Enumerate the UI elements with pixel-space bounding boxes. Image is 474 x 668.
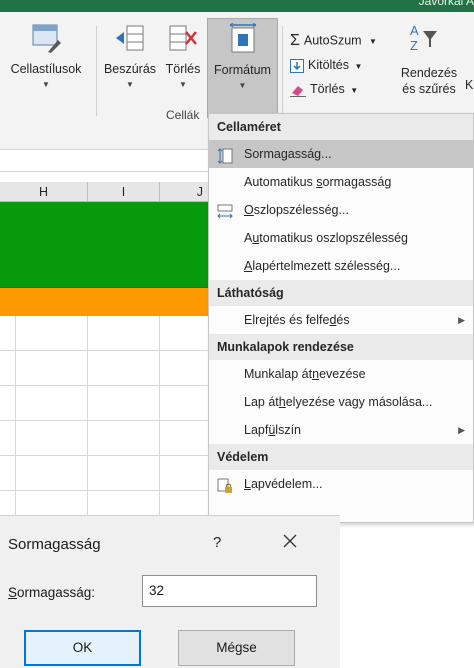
sort-filter-icon: A Z (410, 23, 437, 53)
menu-item-label: Sorma (244, 147, 281, 161)
menu-item-label: Elrejtés és felfe (244, 313, 330, 327)
fill-down-icon (290, 58, 304, 73)
delete-button[interactable]: Törlés ▼ (160, 22, 206, 89)
dialog-title: Sormagasság (8, 536, 101, 553)
eraser-icon (290, 85, 306, 97)
insert-cells-icon (116, 25, 144, 51)
menu-section-header: Cellaméret (209, 114, 473, 140)
menu-item-label: tomatikus oszlopszélesség (259, 231, 408, 245)
ok-button[interactable]: OK (24, 630, 141, 666)
cell-styles-icon (32, 24, 61, 53)
sort-filter-button[interactable]: A Z Rendezés és szűrés (392, 22, 466, 96)
chevron-down-icon: ▼ (369, 37, 377, 47)
menu-section-header: Védelem (209, 444, 473, 470)
chevron-down-icon: ▼ (350, 86, 359, 95)
column-header-j[interactable]: J (160, 182, 210, 202)
ribbon-separator (96, 26, 97, 116)
formula-bar[interactable] (0, 150, 210, 172)
format-label: Formátum (214, 63, 271, 77)
title-bar: Javorkai A (0, 0, 474, 12)
menu-item[interactable]: Munkalap átnevezése (209, 360, 473, 388)
menu-item-label: elyezése vagy másolása... (285, 395, 433, 409)
delete-cells-icon (169, 25, 197, 51)
menu-item-label: lapértelmezett szélesség... (252, 259, 401, 273)
cell-grid[interactable] (0, 316, 210, 526)
insert-label: Beszúrás (103, 62, 157, 76)
menu-item-label: h (278, 395, 286, 409)
cell-styles-button[interactable]: Cellastílusok ▼ (0, 22, 92, 89)
menu-item[interactable]: Alapértelmezett szélesség... (209, 252, 473, 280)
autosum-label: AutoSzum (303, 33, 362, 48)
column-width-icon (217, 202, 233, 219)
cell-styles-label: Cellastílusok (10, 62, 82, 76)
menu-item-label: g (280, 147, 288, 161)
chevron-down-icon: ▼ (354, 62, 363, 71)
column-header-i[interactable]: I (88, 182, 160, 202)
menu-item-label: apvédelem... (250, 477, 323, 491)
green-row[interactable] (0, 202, 210, 288)
insert-button[interactable]: Beszúrás ▼ (100, 22, 160, 89)
ribbon-separator (282, 26, 283, 116)
fill-button[interactable]: Kitöltés ▼ (290, 58, 362, 73)
orange-row[interactable] (0, 288, 210, 316)
row-height-icon (217, 146, 233, 164)
svg-text:A: A (410, 23, 419, 38)
format-button[interactable]: Formátum ▼ (207, 18, 278, 118)
cells-group-label: Cellák (166, 108, 200, 122)
chevron-down-icon: ▼ (238, 81, 247, 90)
sort-label-1: Rendezés (400, 66, 458, 80)
menu-item-label: Lap át (244, 395, 279, 409)
menu-item[interactable]: Oszlopszélesség... (209, 196, 473, 224)
menu-item-label: Lapf (244, 423, 269, 437)
svg-text:Z: Z (410, 38, 418, 53)
column-header-h[interactable]: H (0, 182, 88, 202)
menu-item-label: szlopszélesség... (253, 203, 349, 217)
menu-item[interactable]: Lapvédelem... (209, 470, 473, 498)
chevron-down-icon: ▼ (179, 80, 187, 89)
protect-sheet-icon (217, 476, 233, 493)
menu-section-header: Láthatóság (209, 280, 473, 306)
delete-label: Törlés (165, 62, 201, 76)
autosum-button[interactable]: Σ AutoSzum ▼ (290, 32, 377, 50)
find-select-label[interactable]: K (465, 78, 473, 92)
sigma-icon: Σ (290, 32, 300, 49)
chevron-down-icon: ▼ (126, 80, 134, 89)
menu-section-header: Munkalapok rendezése (209, 334, 473, 360)
sort-label-2: és szűrés (402, 82, 456, 96)
close-icon[interactable] (279, 530, 301, 552)
chevron-right-icon: ▶ (458, 315, 465, 325)
menu-item-label: evezése (319, 367, 366, 381)
cancel-button[interactable]: Mégse (178, 630, 295, 666)
menu-item-label: O (244, 203, 254, 217)
format-dropdown-menu: Cellaméret Sormagasság... Automatikus sorm… (208, 113, 474, 523)
menu-item-label: Munkalap át (244, 367, 313, 381)
menu-item-label: ormagasság (322, 175, 392, 189)
menu-item-label: L (244, 477, 251, 491)
chevron-down-icon: ▼ (42, 80, 50, 89)
fill-label: Kitöltés (308, 58, 349, 72)
row-height-label: Sormagasság: (8, 585, 96, 600)
chevron-right-icon: ▶ (458, 425, 465, 435)
format-cells-icon (229, 23, 256, 53)
menu-item[interactable]: Lapfülszín ▶ (209, 416, 473, 444)
row-height-dialog: Sormagasság ? Sormagasság: 32 OK Mégse (0, 515, 340, 668)
clear-button[interactable]: Törlés ▼ (290, 82, 358, 97)
account-name[interactable]: Javorkai A (419, 0, 474, 8)
help-button[interactable]: ? (213, 534, 221, 551)
menu-item-label: lszín (275, 423, 301, 437)
menu-item[interactable]: Elrejtés és felfedés ▶ (209, 306, 473, 334)
menu-item[interactable]: Lap áthelyezése vagy másolása... (209, 388, 473, 416)
clear-label: Törlés (310, 82, 345, 96)
menu-item-label: Automatikus (244, 175, 317, 189)
menu-item-label: asság... (287, 147, 332, 161)
menu-item-label: és (336, 313, 350, 327)
menu-item[interactable]: Sormagasság... (209, 140, 473, 168)
menu-item[interactable]: Automatikus sormagasság (209, 168, 473, 196)
row-height-input[interactable]: 32 (142, 575, 317, 607)
menu-item[interactable]: Automatikus oszlopszélesség (209, 224, 473, 252)
